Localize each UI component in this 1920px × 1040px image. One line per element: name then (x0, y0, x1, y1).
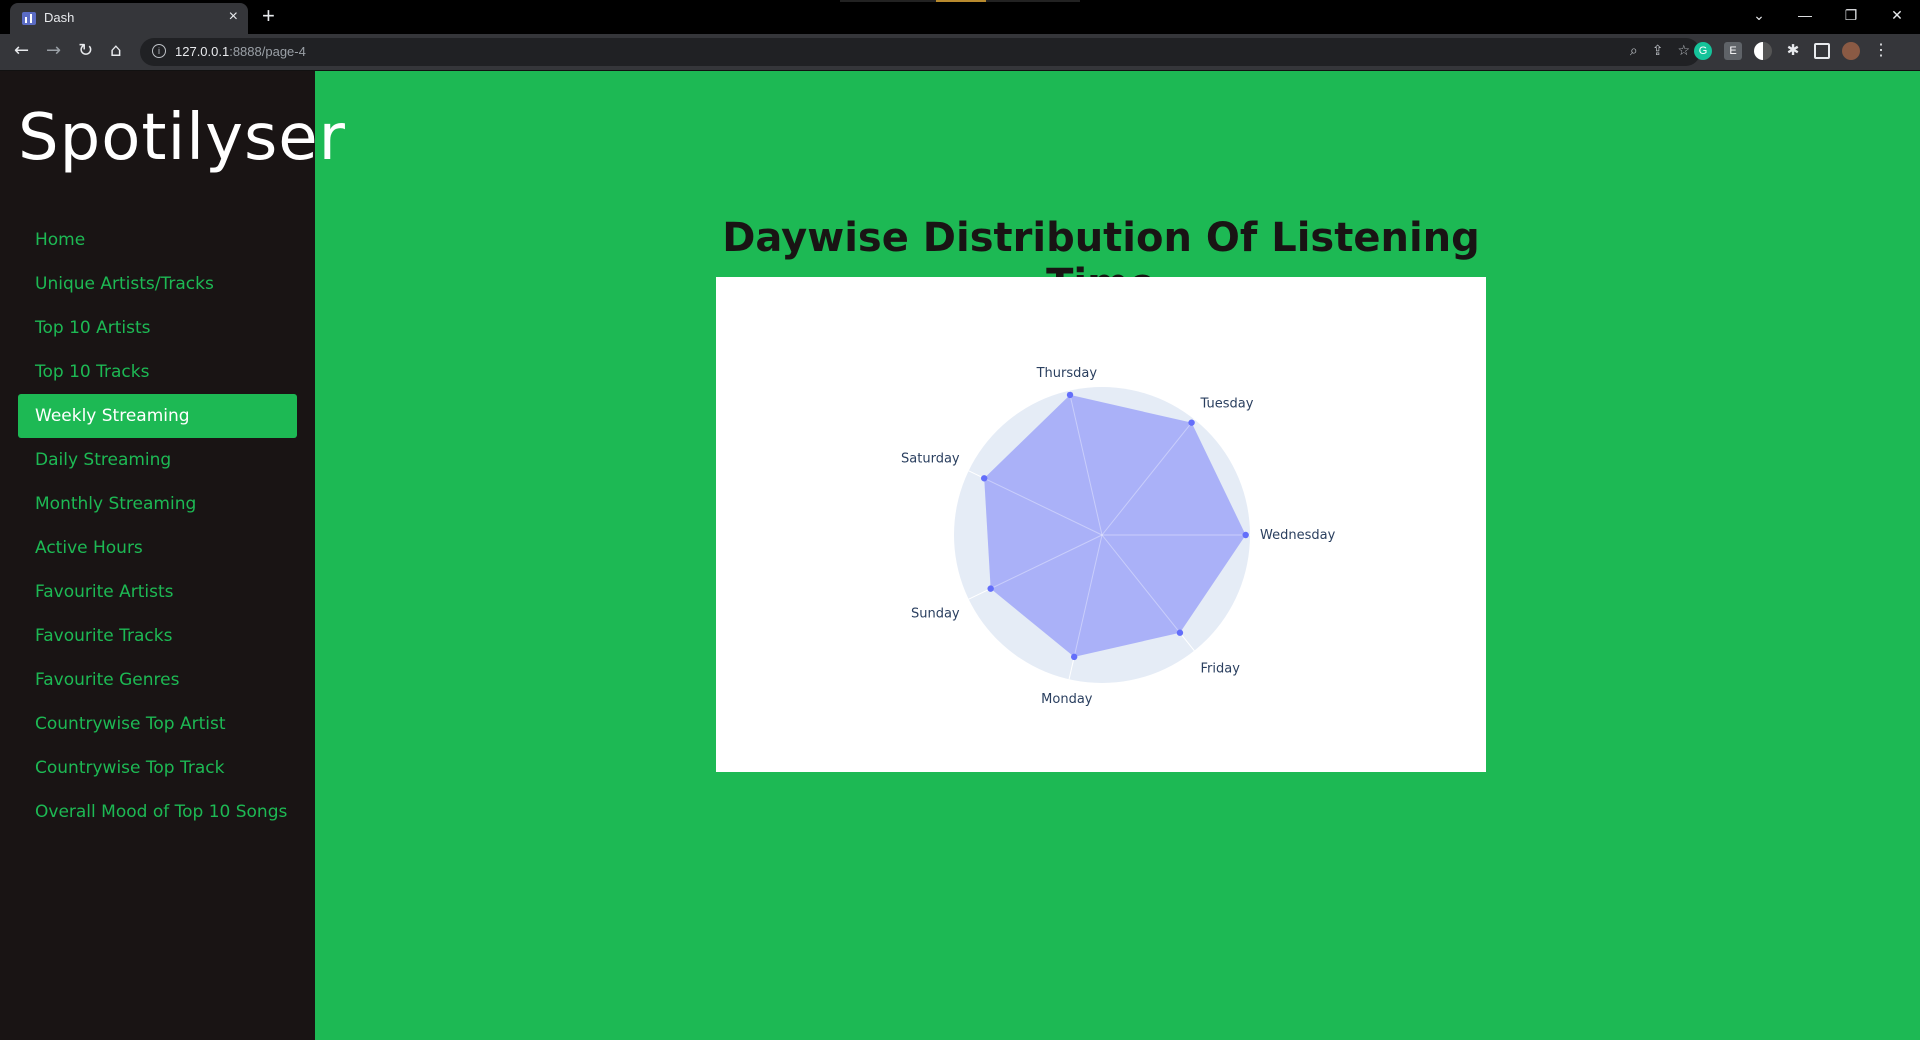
browser-tab[interactable]: Dash × (10, 3, 248, 34)
radar-point-tuesday[interactable] (1188, 419, 1195, 426)
angular-tick-label: Friday (1201, 662, 1241, 677)
sidebar-item-overall-mood-of-top-10-songs[interactable]: Overall Mood of Top 10 Songs (18, 790, 297, 834)
home-icon[interactable]: ⌂ (110, 40, 121, 61)
bookmark-star-icon[interactable]: ☆ (1677, 43, 1690, 59)
tab-close-icon[interactable]: × (229, 8, 238, 26)
zoom-icon[interactable]: ⌕ (1630, 43, 1638, 59)
side-panel-icon[interactable] (1814, 43, 1830, 59)
tab-title: Dash (44, 10, 75, 25)
window-controls: ⌄ — ❐ ✕ (1736, 0, 1920, 30)
sidebar-item-active-hours[interactable]: Active Hours (18, 526, 297, 570)
radar-point-sunday[interactable] (987, 585, 994, 592)
sidebar-item-monthly-streaming[interactable]: Monthly Streaming (18, 482, 297, 526)
sidebar-item-unique-artists-tracks[interactable]: Unique Artists/Tracks (18, 262, 297, 306)
url-host: 127.0.0.1 (175, 44, 230, 59)
dash-favicon-icon (22, 12, 36, 25)
restore-icon[interactable]: ❐ (1828, 0, 1874, 30)
sidebar-item-home[interactable]: Home (18, 218, 297, 262)
sidebar-nav: Home Unique Artists/Tracks Top 10 Artists T… (18, 218, 297, 834)
minimize-icon[interactable]: — (1782, 0, 1828, 30)
browser-tab-bar: Dash × + ⌄ — ❐ ✕ (0, 0, 1920, 34)
brand-title: Spotilyser (18, 101, 346, 175)
radar-chart-card: Wednesday Tuesday Thursday Saturday Sunday Mo… (716, 277, 1486, 772)
sidebar-item-favourite-genres[interactable]: Favourite Genres (18, 658, 297, 702)
back-icon[interactable]: ← (14, 40, 29, 61)
angular-tick-label: Wednesday (1260, 528, 1336, 543)
share-icon[interactable]: ⇪ (1652, 43, 1664, 59)
radar-point-thursday[interactable] (1066, 391, 1074, 399)
angular-tick-label: Monday (1041, 692, 1093, 707)
angular-tick-label: Sunday (911, 607, 960, 622)
profile-avatar[interactable] (1842, 42, 1860, 60)
grammarly-icon[interactable]: G (1694, 42, 1712, 60)
address-bar: ← → ↻ ⌂ i 127.0.0.1:8888/page-4 ⌕ ⇪ ☆ G … (0, 34, 1920, 71)
reload-icon[interactable]: ↻ (78, 40, 93, 61)
extension-e-icon[interactable]: E (1724, 42, 1742, 60)
new-tab-icon[interactable]: + (262, 3, 275, 29)
top-accent (840, 0, 1080, 2)
url-input[interactable]: i 127.0.0.1:8888/page-4 ⌕ ⇪ ☆ (140, 38, 1700, 66)
tab-search-icon[interactable]: ⌄ (1736, 0, 1782, 30)
url-path: :8888/page-4 (229, 44, 306, 59)
close-window-icon[interactable]: ✕ (1874, 0, 1920, 30)
sidebar-item-daily-streaming[interactable]: Daily Streaming (18, 438, 297, 482)
site-info-icon[interactable]: i (152, 44, 166, 58)
sidebar-item-countrywise-top-track[interactable]: Countrywise Top Track (18, 746, 297, 790)
angular-tick-label: Tuesday (1200, 396, 1254, 411)
sidebar-item-favourite-tracks[interactable]: Favourite Tracks (18, 614, 297, 658)
angular-tick-label: Saturday (901, 451, 960, 466)
dark-mode-icon[interactable] (1754, 42, 1772, 60)
extensions-bar: G E ✱ ⋮ (1694, 42, 1890, 60)
omnibox-actions: ⌕ ⇪ ☆ (1630, 43, 1690, 59)
extensions-puzzle-icon[interactable]: ✱ (1784, 42, 1802, 60)
sidebar-item-top-10-artists[interactable]: Top 10 Artists (18, 306, 297, 350)
radar-point-monday[interactable] (1070, 653, 1078, 661)
radar-point-wednesday[interactable] (1242, 531, 1249, 539)
sidebar-item-countrywise-top-artist[interactable]: Countrywise Top Artist (18, 702, 297, 746)
sidebar: Spotilyser Home Unique Artists/Tracks Top … (0, 71, 345, 1040)
forward-icon[interactable]: → (46, 40, 61, 61)
radar-point-friday[interactable] (1176, 629, 1184, 636)
url-text: 127.0.0.1:8888/page-4 (175, 44, 306, 59)
sidebar-item-weekly-streaming[interactable]: Weekly Streaming (18, 394, 297, 438)
radar-point-saturday[interactable] (980, 475, 988, 482)
radar-chart[interactable]: Wednesday Tuesday Thursday Saturday Sunday Mo… (716, 277, 1486, 772)
angular-tick-label: Thursday (1036, 366, 1098, 381)
sidebar-item-favourite-artists[interactable]: Favourite Artists (18, 570, 297, 614)
sidebar-item-top-10-tracks[interactable]: Top 10 Tracks (18, 350, 297, 394)
browser-menu-icon[interactable]: ⋮ (1872, 42, 1890, 60)
